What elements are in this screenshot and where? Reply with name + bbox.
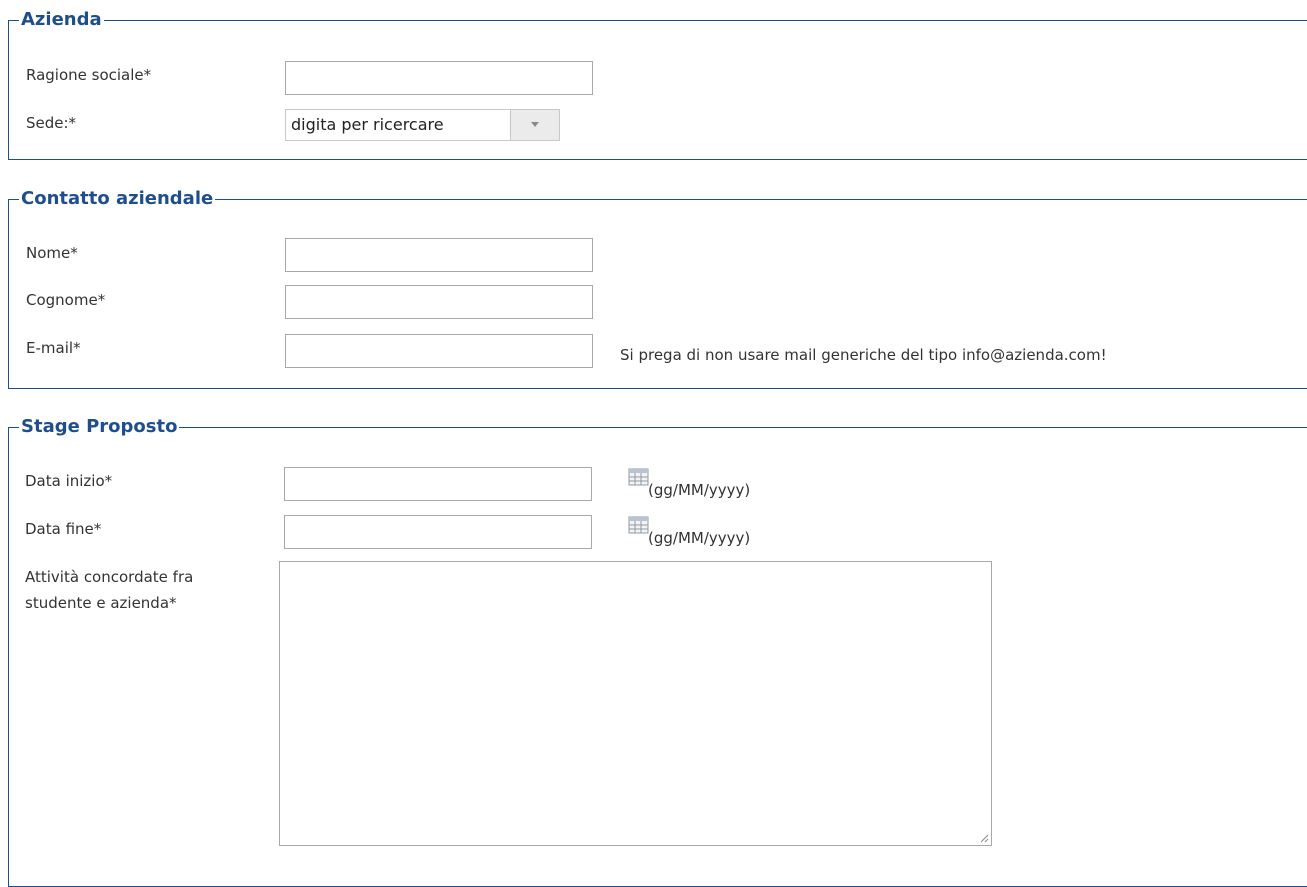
label-data-inizio: Data inizio* [25, 472, 113, 490]
email-hint: Si prega di non usare mail generiche del… [620, 346, 1107, 364]
data-inizio-format: (gg/MM/yyyy) [648, 481, 751, 499]
label-nome: Nome* [26, 244, 78, 262]
label-ragione-sociale: Ragione sociale* [26, 66, 152, 84]
calendar-icon[interactable] [628, 515, 650, 535]
data-fine-format: (gg/MM/yyyy) [648, 529, 751, 547]
fieldset-contatto-aziendale: Contatto aziendale Nome* Cognome* E-mail… [8, 187, 1307, 389]
cognome-input[interactable] [285, 285, 593, 319]
label-cognome: Cognome* [26, 291, 106, 309]
attivita-textarea[interactable] [279, 561, 992, 846]
email-input[interactable] [285, 334, 593, 368]
label-data-fine: Data fine* [25, 520, 102, 538]
legend-stage-proposto: Stage Proposto [19, 415, 180, 439]
ragione-sociale-input[interactable] [285, 61, 593, 95]
resize-grip-icon[interactable] [979, 833, 989, 843]
data-fine-input[interactable] [284, 515, 592, 549]
calendar-icon[interactable] [628, 467, 650, 487]
legend-azienda: Azienda [19, 8, 104, 32]
label-sede: Sede:* [26, 114, 77, 132]
data-inizio-input[interactable] [284, 467, 592, 501]
label-attivita-line2: studente e azienda* [25, 594, 177, 612]
label-email: E-mail* [26, 339, 81, 357]
legend-contatto-aziendale: Contatto aziendale [19, 187, 216, 211]
sede-dropdown-button[interactable] [510, 110, 559, 140]
nome-input[interactable] [285, 238, 593, 272]
fieldset-azienda: Azienda Ragione sociale* Sede:* digita p… [8, 8, 1307, 160]
chevron-down-icon [531, 122, 539, 127]
sede-combobox[interactable]: digita per ricercare [285, 109, 560, 141]
label-attivita-line1: Attività concordate fra [25, 568, 194, 586]
sede-placeholder: digita per ricercare [291, 115, 444, 134]
